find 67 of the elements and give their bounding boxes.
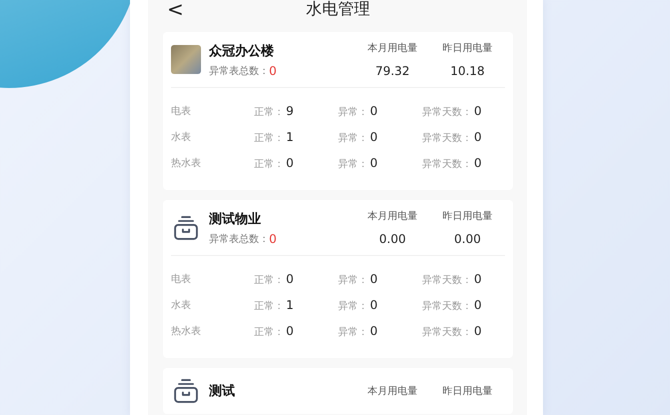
photo-placeholder xyxy=(171,45,201,74)
metric-value: 0.00 xyxy=(379,232,406,246)
stat-label: 异常天数： xyxy=(422,106,472,119)
stat-label: 异常： xyxy=(338,300,368,313)
site-card[interactable]: 众冠办公楼 异常表总数：0 本月用电量 79.32 昨日用电量 10.18 电表 正常： 9 异常： 0 异常天数： 0 水表 正常： 1 异常： 0 异常天数： 0 热水表 正常： 0 异常： 0 异常天数： 0 xyxy=(163,32,513,190)
metric-value: 10.18 xyxy=(450,64,485,78)
stat-label: 异常天数： xyxy=(422,300,472,313)
back-button[interactable]: < xyxy=(167,0,184,18)
stat-value: 0 xyxy=(370,130,378,144)
stat-label: 正常： xyxy=(254,158,284,171)
stat-value: 9 xyxy=(286,104,294,118)
metric-label: 昨日用电量 xyxy=(442,384,492,398)
stat-label: 异常天数： xyxy=(422,132,472,145)
stat-value: 0 xyxy=(370,324,378,338)
abnormal-total-value: 0 xyxy=(269,64,277,78)
abnormal-total-label: 异常表总数： xyxy=(209,64,269,78)
meter-type: 水表 xyxy=(171,130,192,144)
stat-label: 正常： xyxy=(254,274,284,287)
metric-label: 昨日用电量 xyxy=(442,42,492,55)
tray-icon xyxy=(172,214,200,242)
stat-label: 正常： xyxy=(254,300,284,313)
abnormal-total-label: 异常表总数： xyxy=(209,232,269,246)
metric-label: 本月用电量 xyxy=(368,384,418,398)
site-name: 测试 xyxy=(209,383,236,400)
stat-label: 异常天数： xyxy=(422,158,472,171)
stat-value: 1 xyxy=(286,130,294,144)
metric-label: 本月用电量 xyxy=(368,210,418,223)
meter-type: 电表 xyxy=(171,104,192,118)
stat-label: 正常： xyxy=(254,326,284,339)
metric-value: 0.00 xyxy=(454,232,481,246)
stat-value: 0 xyxy=(286,272,294,286)
stat-label: 正常： xyxy=(254,106,284,119)
meter-type: 热水表 xyxy=(171,324,202,338)
meter-type: 热水表 xyxy=(171,156,202,170)
stat-value: 0 xyxy=(474,324,482,338)
stat-label: 异常： xyxy=(338,326,368,339)
stat-value: 0 xyxy=(474,272,482,286)
stat-value: 0 xyxy=(286,324,294,338)
stat-value: 0 xyxy=(370,298,378,312)
stat-value: 0 xyxy=(370,156,378,170)
stat-value: 0 xyxy=(474,104,482,118)
meter-type: 电表 xyxy=(171,272,192,286)
metric-value: 79.32 xyxy=(375,64,410,78)
metric-label: 本月用电量 xyxy=(368,42,418,55)
stat-label: 异常： xyxy=(338,158,368,171)
metric-label: 昨日用电量 xyxy=(442,210,492,223)
site-card[interactable]: 测试物业 异常表总数：0 本月用电量 0.00 昨日用电量 0.00 电表 正常： 0 异常： 0 异常天数： 0 水表 正常： 1 异常： 0 异常天数： 0 热水表 正常： 0 异常： 0 异常天数： 0 xyxy=(163,200,513,358)
stat-label: 正常： xyxy=(254,132,284,145)
stat-value: 0 xyxy=(286,156,294,170)
site-name: 众冠办公楼 xyxy=(209,42,275,60)
meter-type: 水表 xyxy=(171,298,192,312)
stat-label: 异常： xyxy=(338,106,368,119)
abnormal-total-value: 0 xyxy=(269,232,277,246)
stat-value: 0 xyxy=(370,104,378,118)
page-title: 水电管理 xyxy=(306,0,370,20)
stat-value: 0 xyxy=(474,156,482,170)
stat-value: 0 xyxy=(474,298,482,312)
stat-value: 0 xyxy=(370,272,378,286)
stat-value: 0 xyxy=(474,130,482,144)
stat-label: 异常： xyxy=(338,132,368,145)
stat-label: 异常： xyxy=(338,274,368,287)
site-name: 测试物业 xyxy=(209,210,262,228)
tray-icon xyxy=(172,377,200,405)
site-card[interactable]: 测试 本月用电量 昨日用电量 xyxy=(163,368,513,414)
stat-label: 异常天数： xyxy=(422,274,472,287)
stat-label: 异常天数： xyxy=(422,326,472,339)
stat-value: 1 xyxy=(286,298,294,312)
